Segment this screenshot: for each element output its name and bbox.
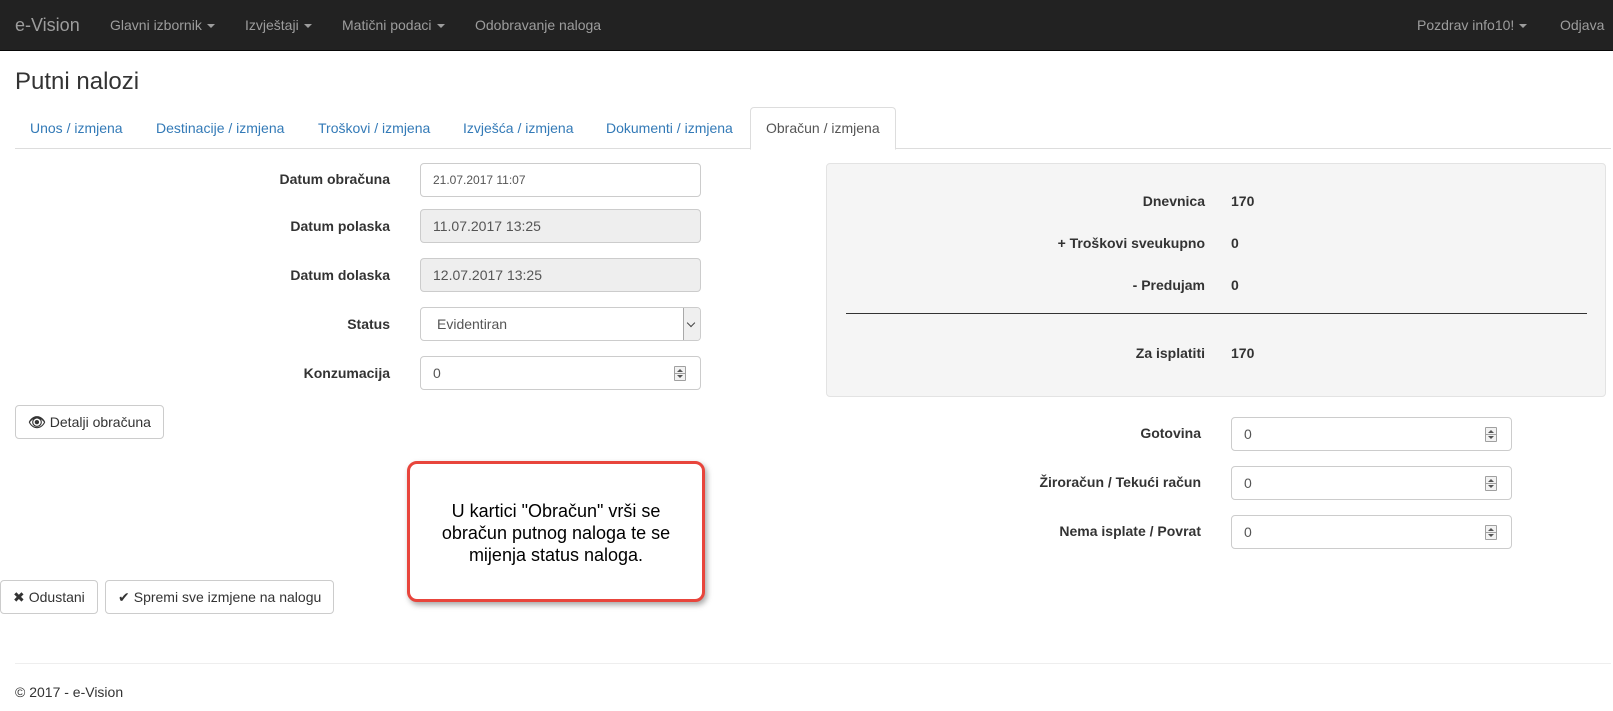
close-icon: ✖ (13, 589, 25, 605)
konzumacija-label: Konzumacija (303, 365, 390, 381)
number-spinner-icon[interactable] (1485, 427, 1497, 442)
datum-obracuna-label: Datum obračuna (279, 171, 390, 187)
details-button-label: Detalji obračuna (49, 414, 151, 430)
menu-label: Matični podaci (342, 17, 432, 33)
details-button[interactable]: 👁 Detalji obračuna (15, 405, 164, 439)
gotovina-value: 0 (1244, 426, 1252, 442)
status-label: Status (347, 316, 390, 332)
menu-izvjestaji[interactable]: Izvještaji (245, 0, 312, 50)
konzumacija-value: 0 (433, 365, 441, 381)
summary-divider (846, 313, 1587, 314)
dnevnica-label: Dnevnica (1142, 193, 1205, 209)
menu-label: Izvještaji (245, 17, 299, 33)
menu-maticni-podaci[interactable]: Matični podaci (342, 0, 445, 50)
caret-down-icon (436, 24, 445, 29)
gotovina-label: Gotovina (1140, 425, 1201, 441)
dnevnica-value: 170 (1231, 193, 1255, 209)
nema-isplate-value: 0 (1244, 524, 1252, 540)
datum-obracuna-input[interactable]: 21.07.2017 11:07 (420, 163, 701, 197)
tab-dokumenti[interactable]: Dokumenti / izmjena (591, 107, 748, 149)
status-select[interactable]: Evidentiran (420, 307, 701, 341)
caret-down-icon (303, 24, 312, 29)
datum-dolaska-label: Datum dolaska (290, 267, 390, 283)
ziroracun-input[interactable]: 0 (1231, 466, 1512, 500)
predujam-label: - Predujam (1132, 277, 1205, 293)
greeting-label: Pozdrav info10! (1417, 17, 1515, 33)
summary-panel: Dnevnica 170 + Troškovi sveukupno 0 - Pr… (826, 163, 1606, 397)
menu-odobravanje-naloga[interactable]: Odobravanje naloga (475, 0, 601, 50)
nema-isplate-input[interactable]: 0 (1231, 515, 1512, 549)
caret-down-icon (206, 24, 215, 29)
logout-link[interactable]: Odjava (1560, 0, 1604, 50)
check-icon: ✔ (118, 589, 130, 605)
datum-polaska-label: Datum polaska (290, 218, 390, 234)
menu-glavni-izbornik[interactable]: Glavni izbornik (110, 0, 215, 50)
troskovi-value: 0 (1231, 235, 1239, 251)
footer-divider (15, 663, 1611, 664)
user-greeting-menu[interactable]: Pozdrav info10! (1417, 0, 1528, 50)
chevron-down-icon[interactable] (683, 308, 700, 340)
tab-izvjesca[interactable]: Izvješća / izmjena (448, 107, 588, 149)
top-navbar: e-Vision Glavni izbornik Izvještaji Mati… (0, 0, 1613, 51)
number-spinner-icon[interactable] (674, 366, 686, 381)
datum-dolaska-input: 12.07.2017 13:25 (420, 258, 701, 292)
tab-troskovi[interactable]: Troškovi / izmjena (303, 107, 445, 149)
tab-unos[interactable]: Unos / izmjena (15, 107, 138, 149)
status-value: Evidentiran (437, 316, 508, 332)
save-button-label: Spremi sve izmjene na nalogu (133, 589, 322, 605)
number-spinner-icon[interactable] (1485, 525, 1497, 540)
predujam-value: 0 (1231, 277, 1239, 293)
za-isplatiti-label: Za isplatiti (1135, 345, 1205, 361)
ziroracun-value: 0 (1244, 475, 1252, 491)
tab-obracun[interactable]: Obračun / izmjena (750, 107, 896, 150)
footer-text: © 2017 - e-Vision (15, 684, 124, 700)
page-title: Putni nalozi (15, 68, 140, 95)
brand-link[interactable]: e-Vision (15, 0, 80, 50)
datum-polaska-input: 11.07.2017 13:25 (420, 209, 701, 243)
caret-down-icon (1519, 24, 1528, 29)
cancel-button[interactable]: ✖ Odustani (0, 580, 98, 614)
cancel-button-label: Odustani (28, 589, 85, 605)
number-spinner-icon[interactable] (1485, 476, 1497, 491)
eye-icon: 👁 (28, 414, 46, 430)
menu-label: Glavni izbornik (110, 17, 202, 33)
save-button[interactable]: ✔ Spremi sve izmjene na nalogu (105, 580, 335, 614)
tab-bar: Unos / izmjena Destinacije / izmjena Tro… (15, 107, 1611, 150)
konzumacija-input[interactable]: 0 (420, 356, 701, 390)
ziroracun-label: Žiroračun / Tekući račun (1039, 474, 1201, 490)
za-isplatiti-value: 170 (1231, 345, 1255, 361)
tab-destinacije[interactable]: Destinacije / izmjena (141, 107, 299, 149)
troskovi-label: + Troškovi sveukupno (1057, 235, 1205, 251)
callout-note: U kartici "Obračun" vrši se obračun putn… (407, 461, 705, 602)
nema-isplate-label: Nema isplate / Povrat (1059, 523, 1201, 539)
gotovina-input[interactable]: 0 (1231, 417, 1512, 451)
